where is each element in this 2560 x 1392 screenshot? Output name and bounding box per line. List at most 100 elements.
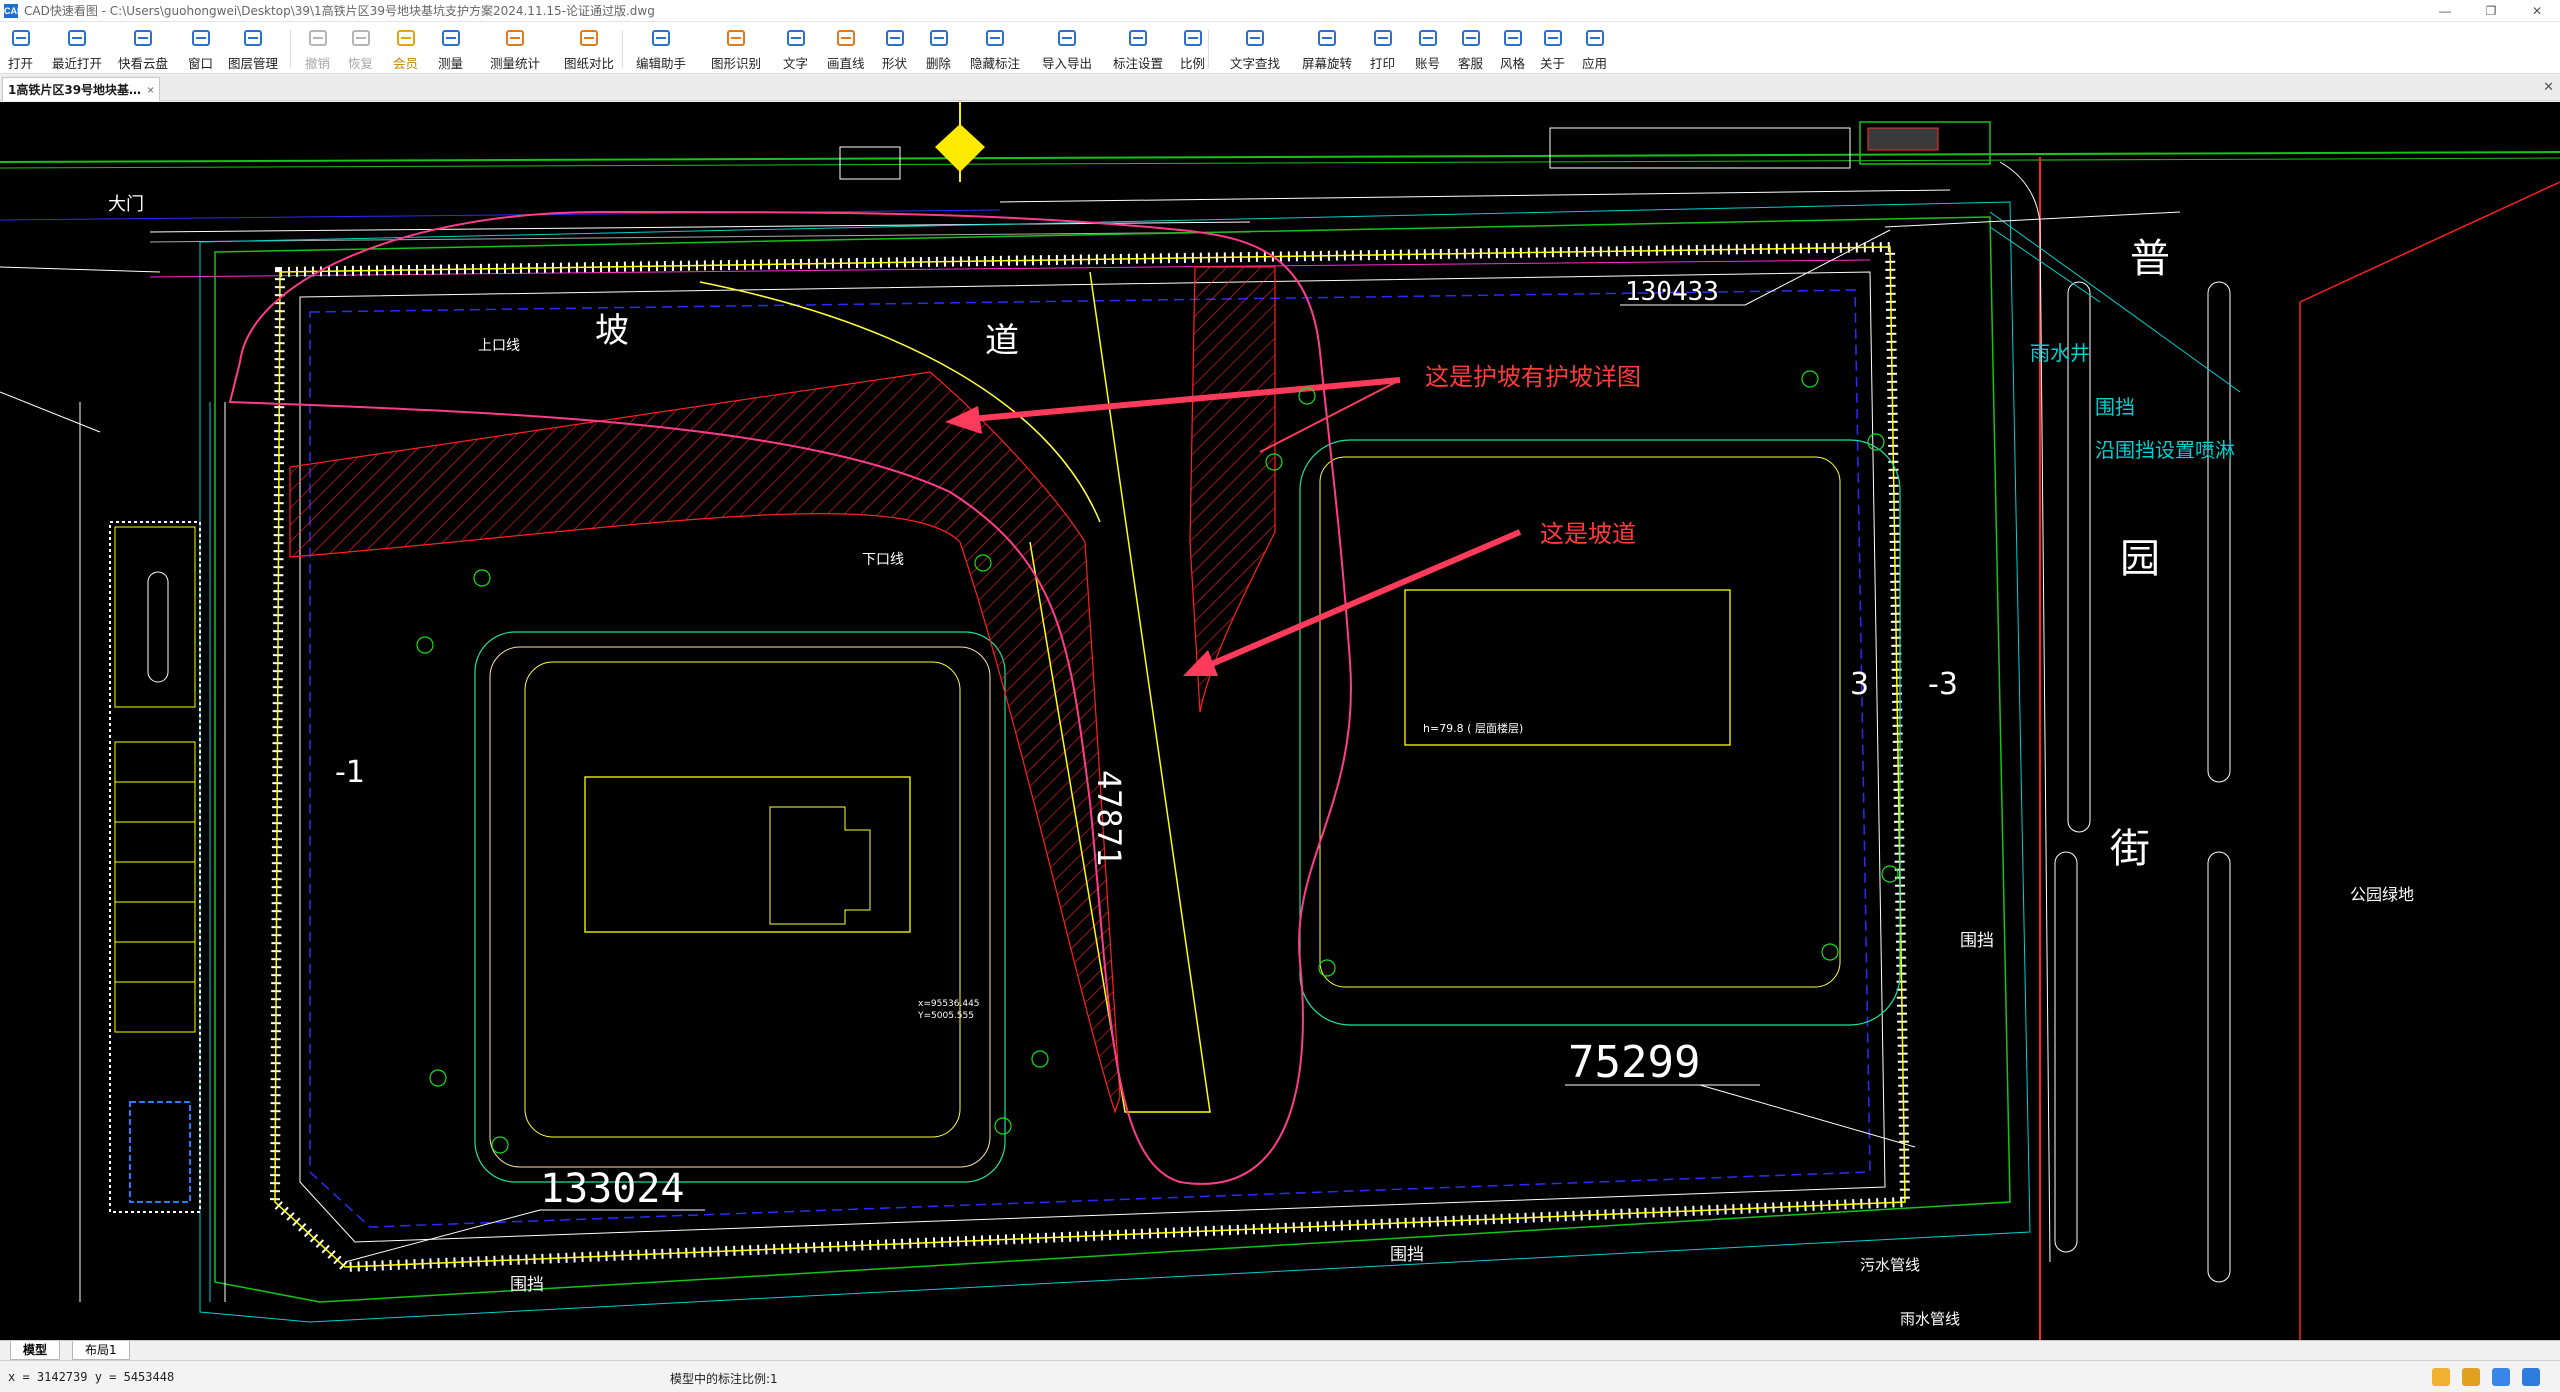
toolbar-button-label: 文字查找 [1230, 56, 1281, 71]
redo-icon [349, 26, 373, 50]
fence-spray-label: 沿围挡设置喷淋 [2095, 438, 2235, 462]
toolbar-button-17[interactable]: 隐藏标注 [970, 26, 1020, 72]
toolbar-button-13[interactable]: 文字 [783, 26, 808, 72]
tab-close-icon[interactable]: × [147, 83, 154, 97]
window-icon [189, 26, 213, 50]
toolbar-button-label: 屏幕旋转 [1302, 56, 1353, 71]
toolbar-button-11[interactable]: 编辑助手 [636, 26, 686, 72]
toolbar-button-25[interactable]: 客服 [1458, 26, 1483, 72]
document-tab-label: 1高铁片区39号地块基… [8, 83, 142, 97]
window-controls: — ❐ ✕ [2422, 0, 2560, 22]
park-label: 公园绿地 [2350, 885, 2414, 904]
eraser-icon [927, 26, 951, 50]
shape-recognize-icon [724, 26, 748, 50]
apps-icon [1583, 26, 1607, 50]
document-tab[interactable]: 1高铁片区39号地块基… × [2, 77, 160, 101]
shape-icon [883, 26, 907, 50]
style-icon [1501, 26, 1525, 50]
toolbar-button-label: 标注设置 [1113, 56, 1164, 71]
close-all-icon[interactable]: ✕ [2543, 79, 2554, 95]
toolbar-button-label: 撤销 [305, 56, 331, 71]
compare-icon [577, 26, 601, 50]
toolbar-button-12[interactable]: 图形识别 [711, 26, 761, 72]
folder-open-icon [9, 26, 33, 50]
toolbar-button-3[interactable]: 窗口 [188, 26, 213, 72]
drawing-canvas[interactable]: 这是护坡有护坡详图 这是坡道 130433 75299 133024 47871… [0, 102, 2560, 1340]
headset-icon [1459, 26, 1483, 50]
toolbar-button-23[interactable]: 打印 [1370, 26, 1395, 72]
toolbar-button-21[interactable]: 文字查找 [1230, 26, 1280, 72]
toolbar-button-22[interactable]: 屏幕旋转 [1302, 26, 1352, 72]
toolbar-button-24[interactable]: 账号 [1415, 26, 1440, 72]
status-tool-icon[interactable] [2462, 1368, 2480, 1386]
toolbar-button-label: 编辑助手 [636, 56, 687, 71]
toolbar-button-5[interactable]: 撤销 [305, 26, 330, 72]
section-3-label: 3 [1850, 667, 1869, 702]
document-tab-strip: 1高铁片区39号地块基… × ✕ [0, 75, 2560, 101]
toolbar-button-label: 删除 [926, 56, 952, 71]
minimize-button[interactable]: — [2422, 0, 2468, 22]
toolbar-button-2[interactable]: 快看云盘 [118, 26, 168, 72]
line-icon [834, 26, 858, 50]
info-icon [1541, 26, 1565, 50]
toolbar-button-27[interactable]: 关于 [1540, 26, 1565, 72]
status-screen-icon[interactable] [2522, 1368, 2540, 1386]
toolbar-button-16[interactable]: 删除 [926, 26, 951, 72]
maximize-button[interactable]: ❐ [2468, 0, 2514, 22]
section-minus1-label: -1 [335, 755, 365, 790]
toolbar-button-26[interactable]: 风格 [1500, 26, 1525, 72]
toolbar-button-18[interactable]: 导入导出 [1042, 26, 1092, 72]
user-icon [1416, 26, 1440, 50]
fence-label: 围挡 [2095, 395, 2135, 419]
toolbar-button-4[interactable]: 图层管理 [228, 26, 278, 72]
toolbar-button-20[interactable]: 比例 [1180, 26, 1205, 72]
dimension-75299: 75299 [1568, 1037, 1700, 1088]
toolbar-button-label: 风格 [1500, 56, 1526, 71]
layout-tab-model[interactable]: 模型 [10, 1341, 61, 1360]
title-bar: CAD CAD快速看图 - C:\Users\guohongwei\Deskto… [0, 0, 2560, 22]
status-folder-icon[interactable] [2432, 1368, 2450, 1386]
toolbar-button-8[interactable]: 测量 [438, 26, 463, 72]
toolbar-button-10[interactable]: 图纸对比 [564, 26, 614, 72]
toolbar-button-15[interactable]: 形状 [882, 26, 907, 72]
section-minus3-label: -3 [1928, 667, 1958, 702]
toolbar-button-19[interactable]: 标注设置 [1113, 26, 1163, 72]
right-streets [1989, 157, 2560, 1340]
dimension-130433: 130433 [1625, 277, 1719, 307]
toolbar-button-1[interactable]: 最近打开 [52, 26, 102, 72]
ramp-label-2: 道 [985, 321, 1019, 361]
toolbar-button-28[interactable]: 应用 [1582, 26, 1607, 72]
toolbar-button-label: 测量 [438, 56, 464, 71]
measure-icon [439, 26, 463, 50]
measure-stats-icon [503, 26, 527, 50]
import-export-icon [1055, 26, 1079, 50]
close-button[interactable]: ✕ [2514, 0, 2560, 22]
toolbar-button-7[interactable]: 会员 [393, 26, 418, 72]
toolbar-button-label: 图形识别 [711, 56, 762, 71]
toolbar-button-6[interactable]: 恢复 [348, 26, 373, 72]
gate-label: 大门 [108, 194, 144, 215]
fence-right-label: 围挡 [1960, 931, 1994, 951]
lower-line-label: 下口线 [862, 552, 904, 568]
upper-line-label: 上口线 [478, 338, 520, 354]
annotation-settings-icon [1126, 26, 1150, 50]
dimension-47871: 47871 [1090, 770, 1128, 866]
toolbar-button-0[interactable]: 打开 [8, 26, 33, 72]
cursor-coordinates: x = 3142739 y = 5453448 [8, 1370, 175, 1384]
left-facilities [0, 391, 226, 1302]
eye-hide-icon [983, 26, 1007, 50]
edit-assistant-icon [649, 26, 673, 50]
toolbar-button-9[interactable]: 测量统计 [490, 26, 540, 72]
toolbar-button-label: 打印 [1370, 56, 1396, 71]
toolbar-button-label: 测量统计 [490, 56, 541, 71]
status-bar: x = 3142739 y = 5453448 模型中的标注比例:1 [0, 1360, 2560, 1392]
window-title: CAD快速看图 - C:\Users\guohongwei\Desktop\39… [24, 4, 655, 18]
status-layout-icon[interactable] [2492, 1368, 2510, 1386]
undo-icon [306, 26, 330, 50]
toolbar-button-label: 账号 [1415, 56, 1441, 71]
sewage-label: 污水管线 [1860, 1256, 1920, 1274]
layout-tab-layout1[interactable]: 布局1 [72, 1341, 130, 1360]
toolbar-button-14[interactable]: 画直线 [827, 26, 865, 72]
toolbar-button-label: 比例 [1180, 56, 1206, 71]
toolbar-button-label: 文字 [783, 56, 809, 71]
